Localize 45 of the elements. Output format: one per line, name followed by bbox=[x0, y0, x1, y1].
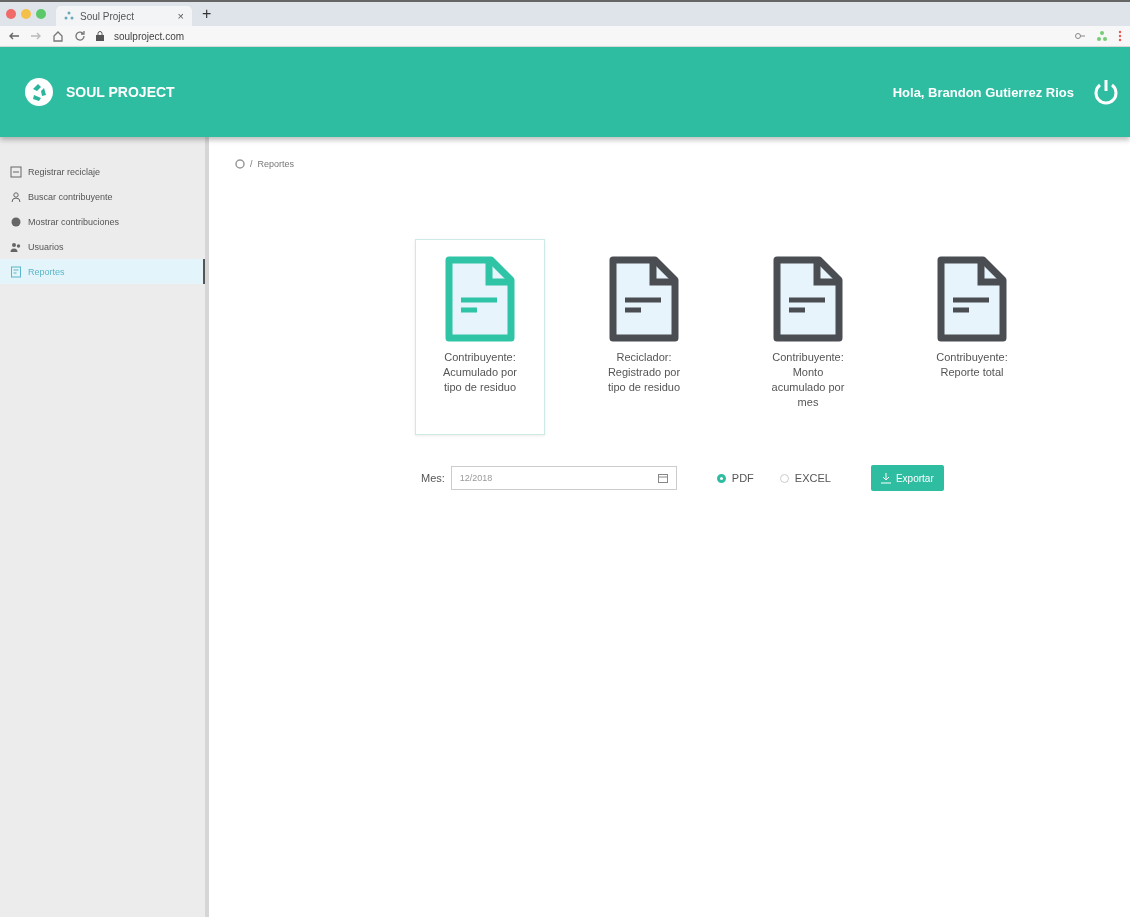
minimize-window-icon[interactable] bbox=[21, 9, 31, 19]
close-window-icon[interactable] bbox=[6, 9, 16, 19]
person-icon bbox=[10, 190, 22, 203]
home-icon[interactable] bbox=[235, 159, 245, 169]
tab-title: Soul Project bbox=[80, 10, 134, 22]
document-icon bbox=[609, 256, 679, 342]
sidebar-item[interactable]: Mostrar contribuciones bbox=[0, 209, 205, 234]
recycle-logo-icon bbox=[24, 77, 54, 107]
report-card[interactable]: Contribuyente: Acumulado por tipo de residuo bbox=[415, 239, 545, 435]
report-card[interactable]: Contribuyente: Reporte total bbox=[907, 239, 1037, 435]
document-icon bbox=[445, 256, 515, 342]
new-tab-button[interactable]: + bbox=[202, 5, 212, 23]
radio-button[interactable] bbox=[716, 473, 726, 483]
report-icon bbox=[10, 265, 22, 278]
report-card[interactable]: Contribuyente: Monto acumulado por mes bbox=[743, 239, 873, 435]
power-icon[interactable] bbox=[1092, 78, 1120, 106]
format-radio[interactable]: EXCEL bbox=[779, 472, 831, 484]
document-icon bbox=[937, 256, 1007, 342]
close-tab-button[interactable]: × bbox=[177, 10, 184, 22]
breadcrumb-current: Reportes bbox=[257, 159, 295, 169]
menu-icon[interactable] bbox=[1118, 30, 1122, 42]
extension-icon[interactable] bbox=[1096, 30, 1108, 42]
format-radio[interactable]: PDF bbox=[716, 472, 754, 484]
key-icon[interactable] bbox=[1074, 30, 1086, 42]
browser-tab[interactable]: Soul Project × bbox=[56, 6, 192, 26]
download-icon bbox=[880, 472, 891, 484]
sidebar-item[interactable]: Registrar reciclaje bbox=[0, 159, 205, 184]
url-text[interactable]: soulproject.com bbox=[114, 30, 185, 42]
app-title: SOUL PROJECT bbox=[66, 84, 175, 100]
report-card[interactable]: Reciclador: Registrado por tipo de residuo bbox=[579, 239, 709, 435]
forward-icon[interactable] bbox=[30, 30, 42, 42]
people-icon bbox=[10, 240, 22, 253]
sidebar-item[interactable]: Buscar contribuyente bbox=[0, 184, 205, 209]
document-icon bbox=[773, 256, 843, 342]
reload-icon[interactable] bbox=[74, 30, 86, 42]
maximize-window-icon[interactable] bbox=[36, 9, 46, 19]
breadcrumb-separator: / bbox=[250, 159, 253, 169]
lock-icon bbox=[96, 31, 104, 41]
month-label: Mes: bbox=[421, 472, 445, 484]
user-greeting: Hola, Brandon Gutierrez Rios bbox=[892, 84, 1074, 100]
back-icon[interactable] bbox=[8, 30, 20, 42]
home-icon[interactable] bbox=[52, 30, 64, 42]
calendar-icon[interactable] bbox=[657, 473, 668, 483]
form-icon bbox=[10, 165, 22, 178]
sidebar-item[interactable]: Usuarios bbox=[0, 234, 205, 259]
